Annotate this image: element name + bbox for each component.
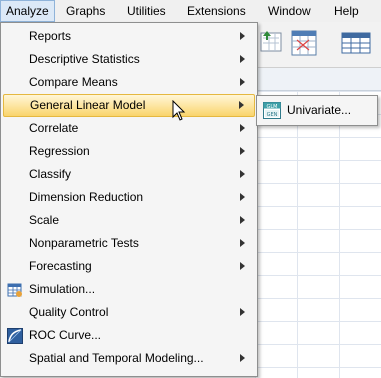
menu-item-dimension-reduction[interactable]: Dimension Reduction	[3, 186, 255, 209]
menu-utilities-label: Utilities	[127, 4, 166, 18]
menu-item-label: Dimension Reduction	[29, 190, 144, 204]
menu-bar: Analyze Graphs Utilities Extensions Wind…	[0, 0, 381, 23]
menu-item-simulation[interactable]: Simulation...	[3, 278, 255, 301]
data-table-icon[interactable]	[341, 28, 371, 56]
submenu-arrow-icon	[240, 124, 245, 132]
submenu-arrow-icon	[240, 193, 245, 201]
submenu-arrow-icon	[240, 32, 245, 40]
submenu-arrow-icon	[240, 78, 245, 86]
menu-item-label: Quality Control	[29, 305, 109, 319]
simulation-icon	[7, 282, 23, 298]
menu-item-regression[interactable]: Regression	[3, 140, 255, 163]
menu-graphs[interactable]: Graphs	[61, 0, 110, 22]
menu-item-spatial-temporal-modeling[interactable]: Spatial and Temporal Modeling...	[3, 347, 255, 370]
submenu-arrow-icon	[240, 354, 245, 362]
submenu-item-label: Univariate...	[287, 103, 352, 117]
submenu-arrow-icon	[239, 101, 244, 109]
menu-item-label: Simulation...	[29, 282, 96, 296]
menu-item-label: Nonparametric Tests	[29, 236, 139, 250]
submenu-arrow-icon	[240, 239, 245, 247]
menu-item-label: Descriptive Statistics	[29, 52, 140, 66]
svg-text:GLM: GLM	[267, 104, 278, 110]
menu-item-descriptive-statistics[interactable]: Descriptive Statistics	[3, 48, 255, 71]
svg-text:GEN: GEN	[267, 112, 278, 118]
submenu-arrow-icon	[240, 55, 245, 63]
submenu-arrow-icon	[240, 170, 245, 178]
menu-item-label: Classify	[29, 167, 72, 181]
submenu-item-univariate[interactable]: GLM GEN Univariate...	[259, 98, 375, 123]
menu-item-reports[interactable]: Reports	[3, 25, 255, 48]
submenu-arrow-icon	[240, 262, 245, 270]
roc-curve-icon	[7, 328, 23, 344]
univariate-icon: GLM GEN	[263, 102, 281, 119]
menu-extensions-label: Extensions	[187, 4, 246, 18]
menu-item-label: Forecasting	[29, 259, 92, 273]
submenu-arrow-icon	[240, 147, 245, 155]
menu-item-general-linear-model[interactable]: General Linear Model	[3, 94, 255, 117]
menu-item-compare-means[interactable]: Compare Means	[3, 71, 255, 94]
analyze-menu: Reports Descriptive Statistics Compare M…	[0, 22, 258, 377]
menu-help[interactable]: Help	[329, 0, 364, 22]
menu-item-label: General Linear Model	[30, 98, 146, 112]
menu-window[interactable]: Window	[263, 0, 316, 22]
menu-item-classify[interactable]: Classify	[3, 163, 255, 186]
menu-window-label: Window	[268, 4, 311, 18]
menu-item-label: Correlate	[29, 121, 79, 135]
glm-submenu: GLM GEN Univariate...	[256, 95, 378, 126]
menu-item-label: Regression	[29, 144, 90, 158]
menu-analyze[interactable]: Analyze	[0, 0, 55, 22]
menu-item-forecasting[interactable]: Forecasting	[3, 255, 255, 278]
menu-analyze-label: Analyze	[6, 4, 49, 18]
menu-help-label: Help	[334, 4, 359, 18]
menu-item-correlate[interactable]: Correlate	[3, 117, 255, 140]
goto-case-icon[interactable]	[258, 28, 286, 56]
menu-item-scale[interactable]: Scale	[3, 209, 255, 232]
submenu-arrow-icon	[240, 308, 245, 316]
mouse-cursor-icon	[172, 99, 186, 122]
menu-utilities[interactable]: Utilities	[122, 0, 171, 22]
menu-item-nonparametric-tests[interactable]: Nonparametric Tests	[3, 232, 255, 255]
menu-item-label: Scale	[29, 213, 60, 227]
menu-item-label: Compare Means	[29, 75, 118, 89]
submenu-arrow-icon	[240, 216, 245, 224]
menu-graphs-label: Graphs	[66, 4, 106, 18]
menu-extensions[interactable]: Extensions	[182, 0, 251, 22]
menu-item-roc-curve[interactable]: ROC Curve...	[3, 324, 255, 347]
data-grid-header	[255, 68, 381, 91]
toolbar	[255, 22, 381, 68]
variables-icon[interactable]	[289, 28, 317, 56]
menu-item-label: ROC Curve...	[29, 328, 102, 342]
menu-item-quality-control[interactable]: Quality Control	[3, 301, 255, 324]
menu-item-label: Reports	[29, 29, 72, 43]
menu-item-label: Spatial and Temporal Modeling...	[29, 351, 204, 365]
